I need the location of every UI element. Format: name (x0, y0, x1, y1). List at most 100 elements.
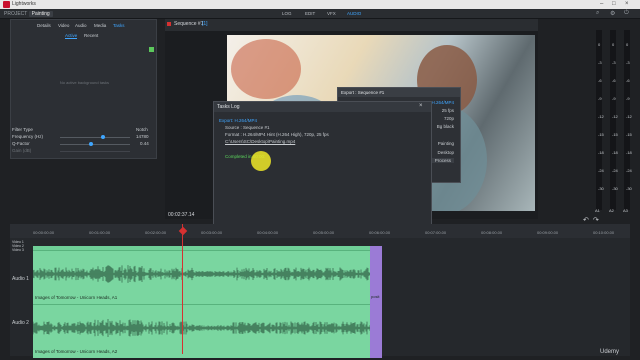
app-logo-icon (3, 1, 10, 8)
meter-scale-label: -15 (598, 132, 604, 137)
meter-scale-label: 0 (626, 42, 629, 47)
ruler-tick-label: 00:01:00.00 (89, 230, 111, 235)
frequency-slider[interactable] (60, 137, 130, 138)
export-name-field[interactable]: Painting (438, 141, 454, 146)
meter-scale-label: -30 (598, 186, 604, 191)
meter-scale-label: -9 (598, 96, 602, 101)
filter-type-value[interactable]: Notch (136, 127, 148, 132)
ruler-tick-label: 00:03:00.00 (201, 230, 223, 235)
q-factor-value[interactable]: 0.44 (140, 141, 149, 146)
meter-channel-3 (624, 30, 630, 210)
meter-scale-label: -18 (612, 150, 618, 155)
gap-clip[interactable]: posit (370, 246, 382, 358)
meter-channel-1 (596, 30, 602, 210)
tab-edit[interactable]: EDIT (305, 11, 315, 16)
export-location-select[interactable]: Desktop (437, 150, 454, 155)
tab-details[interactable]: Details (37, 23, 51, 28)
timeline-ruler[interactable]: 00:00:00.00 00:01:00.00 00:02:00.00 00:03:0… (10, 224, 630, 238)
cursor-highlight (251, 151, 271, 171)
audio-tracks: Images of Tomorrow - Unicorn Heads, A1 I… (33, 246, 370, 358)
q-factor-label: Q-Factor (12, 141, 30, 146)
record-icon (167, 22, 171, 26)
meter-scale-label: -24 (626, 168, 632, 173)
tab-media[interactable]: Media (94, 23, 106, 28)
ruler-tick-label: 00:09:00.00 (537, 230, 559, 235)
audio-clip-1[interactable]: Images of Tomorrow - Unicorn Heads, A1 (33, 250, 370, 304)
tab-tasks[interactable]: Tasks (113, 23, 125, 28)
minimize-icon[interactable]: – (600, 1, 603, 7)
audio-clip-2[interactable]: Images of Tomorrow - Unicorn Heads, A2 (33, 304, 370, 358)
export-dialog-title: Export : Sequence #1 (341, 90, 385, 95)
exit-icon[interactable]: ⏻ (624, 10, 629, 17)
export-letterbox-select[interactable]: Bg black (437, 124, 454, 129)
audio-track-2-label: Audio 2 (12, 320, 29, 326)
q-factor-slider-knob[interactable] (88, 142, 93, 146)
tab-audio-panel[interactable]: Audio (75, 23, 87, 28)
mode-bar: PROJECT Painting LOG EDIT VFX AUDIO ⌕ ⚙ … (0, 9, 640, 19)
meter-scale-label: -12 (626, 114, 632, 119)
tab-active-tasks[interactable]: Active (65, 33, 78, 39)
project-name[interactable]: Painting (28, 11, 53, 17)
meter-scale-label: -15 (612, 132, 618, 137)
project-selector[interactable]: PROJECT Painting (4, 11, 53, 17)
meter-scale-label: -3 (626, 60, 630, 65)
tab-audio[interactable]: AUDIO (347, 11, 361, 16)
export-format-select[interactable]: H.264/MP4 (431, 100, 454, 105)
q-factor-slider[interactable] (60, 144, 130, 145)
empty-tasks-message: No active background tasks (59, 80, 110, 85)
frequency-value[interactable]: 14780 (136, 134, 149, 139)
meter-scale-label: 0 (612, 42, 615, 47)
meter-scale-label: -12 (612, 114, 618, 119)
audio-track-1-label: Audio 1 (12, 276, 29, 282)
meter-scale-label: -30 (612, 186, 618, 191)
meter-scale-label: -6 (626, 78, 630, 83)
channel-label-a1: A1 (595, 208, 600, 213)
waveform-path (33, 319, 370, 337)
ruler-tick-label: 00:02:00.00 (145, 230, 167, 235)
gain-slider[interactable] (60, 151, 130, 152)
waveform-path (33, 265, 370, 283)
tasks-log-title: Tasks Log (217, 104, 240, 110)
ruler-tick-label: 00:07:00.00 (425, 230, 447, 235)
maximize-icon[interactable]: □ (612, 1, 616, 7)
video-track-3-label: Video 3 (12, 248, 24, 252)
meter-scale-label: -15 (626, 132, 632, 137)
tab-recent-tasks[interactable]: Recent (84, 33, 98, 38)
playhead[interactable] (182, 224, 183, 354)
export-size-select[interactable]: 720p (444, 116, 454, 121)
search-icon[interactable]: ⌕ (596, 10, 599, 17)
viewer-header: Sequence #1 [1] (165, 19, 538, 31)
ruler-tick-label: 00:04:00.00 (257, 230, 279, 235)
tab-log[interactable]: LOG (282, 11, 292, 16)
meter-scale-label: -3 (598, 60, 602, 65)
timeline: 00:00:00.00 00:01:00.00 00:02:00.00 00:03:0… (10, 224, 630, 358)
clip-label-1: Images of Tomorrow - Unicorn Heads, A1 (35, 295, 118, 300)
meter-scale-label: -24 (612, 168, 618, 173)
frequency-label: Frequency (Hz) (12, 134, 44, 139)
meter-scale-label: -9 (612, 96, 616, 101)
tab-video[interactable]: Video (58, 23, 69, 28)
process-button[interactable]: Process (431, 158, 454, 163)
log-source: Source : Sequence #1 (225, 125, 270, 130)
close-icon[interactable]: × (419, 103, 423, 109)
log-output-path[interactable]: C:\Users\SC\Desktop\Painting.mp4 (225, 139, 295, 144)
close-icon[interactable]: × (625, 1, 629, 7)
meter-scale-label: -6 (612, 78, 616, 83)
title-bar: Lightworks – □ × (0, 0, 640, 9)
filter-type-label: Filter Type (12, 127, 33, 132)
add-effect-icon[interactable] (149, 47, 154, 52)
meter-channel-2 (610, 30, 616, 210)
audio-meters: 0 0 0 -3 -3 -3 -6 -6 -6 -9 -9 -9 -12 -12 -12 -15 -15 -15 -… (588, 30, 638, 220)
gear-icon[interactable]: ⚙ (610, 10, 615, 17)
tab-vfx[interactable]: VFX (327, 11, 336, 16)
channel-label-a3: A3 (623, 208, 628, 213)
meter-scale-label: -18 (598, 150, 604, 155)
meter-scale-label: -30 (626, 186, 632, 191)
viewer-timecode[interactable]: 00:02:37.14 (168, 212, 194, 218)
watermark-logo: Udemy (600, 349, 620, 355)
viewer-title-suffix: [1] (202, 21, 208, 27)
export-fps-select[interactable]: 25 fps (442, 108, 454, 113)
clip-label-2: Images of Tomorrow - Unicorn Heads, A2 (35, 349, 118, 354)
ruler-tick-label: 00:05:00.00 (313, 230, 335, 235)
meter-scale-label: -3 (612, 60, 616, 65)
